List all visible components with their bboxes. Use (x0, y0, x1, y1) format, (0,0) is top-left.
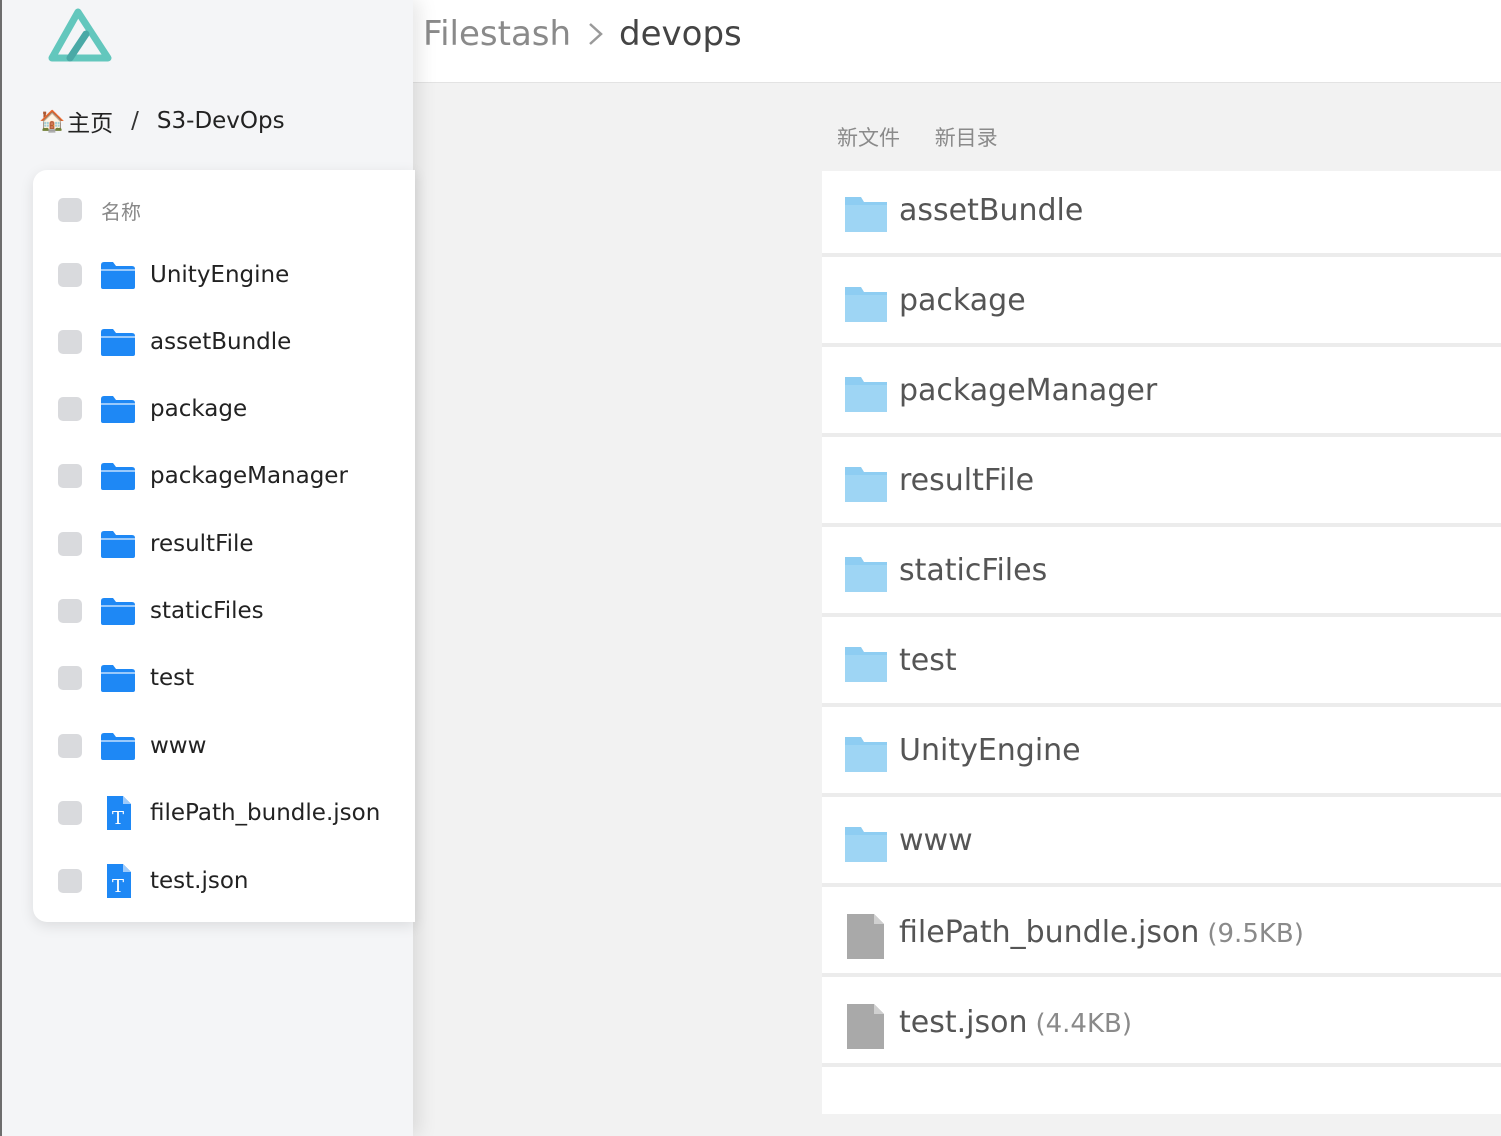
folder-icon (101, 531, 135, 558)
file-name-text[interactable]: package (899, 283, 1026, 318)
text-file-icon: T (107, 796, 131, 830)
row-name[interactable]: test.json (150, 868, 249, 894)
row-name[interactable]: packageManager (150, 463, 348, 489)
breadcrumb-home[interactable]: 主页 (67, 104, 113, 138)
row-checkbox[interactable] (58, 532, 82, 556)
file-name-text[interactable]: filePath_bundle.json (899, 915, 1199, 950)
row-name[interactable]: resultFile (150, 531, 254, 557)
folder-icon (101, 733, 135, 760)
file-name[interactable]: test.json (4.4KB) (899, 1005, 1132, 1040)
file-list-item[interactable]: packageManager (822, 351, 1501, 437)
folder-icon (845, 377, 887, 412)
file-list-item[interactable]: UnityEngine (822, 711, 1501, 797)
file-list: assetBundle package packageManager resultFi… (822, 171, 1501, 1114)
file-name[interactable]: package (899, 283, 1026, 318)
file-name[interactable]: www (899, 823, 973, 858)
home-icon[interactable]: 🏠 (39, 109, 65, 134)
file-name-text[interactable]: assetBundle (899, 193, 1083, 228)
folder-icon (845, 557, 887, 592)
file-name[interactable]: staticFiles (899, 553, 1047, 588)
row-checkbox[interactable] (58, 801, 82, 825)
file-list-item[interactable]: resultFile (822, 441, 1501, 527)
file-list-item[interactable]: test.json (4.4KB) (822, 981, 1501, 1067)
file-name[interactable]: resultFile (899, 463, 1034, 498)
action-bar: 新文件 新目录 (837, 122, 1026, 152)
row-name[interactable]: filePath_bundle.json (150, 800, 380, 826)
file-name-text[interactable]: UnityEngine (899, 733, 1081, 768)
breadcrumb-current-folder[interactable]: devops (619, 14, 742, 54)
row-name[interactable]: UnityEngine (150, 262, 289, 288)
file-name-text[interactable]: resultFile (899, 463, 1034, 498)
row-name[interactable]: staticFiles (150, 598, 264, 624)
svg-text:T: T (112, 876, 124, 897)
row-checkbox[interactable] (58, 599, 82, 623)
file-icon (847, 1004, 884, 1049)
breadcrumb-current[interactable]: S3-DevOps (157, 108, 285, 134)
file-name[interactable]: UnityEngine (899, 733, 1081, 768)
file-list-item[interactable]: www (822, 801, 1501, 887)
folder-icon (845, 647, 887, 682)
folder-icon (101, 262, 135, 289)
row-checkbox[interactable] (58, 263, 82, 287)
row-checkbox[interactable] (58, 734, 82, 758)
row-checkbox[interactable] (58, 464, 82, 488)
file-name[interactable]: filePath_bundle.json (9.5KB) (899, 915, 1304, 950)
folder-icon (101, 396, 135, 423)
file-list-item[interactable]: package (822, 261, 1501, 347)
file-name-text[interactable]: test.json (899, 1005, 1027, 1040)
top-breadcrumb: Filestash devops (423, 14, 742, 54)
file-name-text[interactable]: staticFiles (899, 553, 1047, 588)
text-file-icon: T (107, 864, 131, 898)
column-header-name[interactable]: 名称 (101, 196, 141, 225)
folder-icon (845, 287, 887, 322)
chevron-right-icon (589, 23, 603, 45)
folder-icon (845, 827, 887, 862)
file-size: (4.4KB) (1035, 1009, 1133, 1039)
select-all-checkbox[interactable] (58, 198, 82, 222)
row-checkbox[interactable] (58, 397, 82, 421)
row-name[interactable]: assetBundle (150, 329, 291, 355)
file-list-item[interactable]: test (822, 621, 1501, 707)
file-list-item[interactable]: filePath_bundle.json (9.5KB) (822, 891, 1501, 977)
file-name[interactable]: packageManager (899, 373, 1157, 408)
breadcrumb-separator: / (131, 108, 139, 134)
file-name[interactable]: test (899, 643, 957, 678)
file-name-text[interactable]: www (899, 823, 973, 858)
folder-icon (101, 665, 135, 692)
file-name-text[interactable]: packageManager (899, 373, 1157, 408)
file-icon (847, 914, 884, 959)
folder-icon (845, 737, 887, 772)
file-table: 名称 UnityEngine assetBundle package packageM… (33, 170, 415, 922)
row-name[interactable]: test (150, 665, 194, 691)
breadcrumb-app[interactable]: Filestash (423, 14, 571, 54)
file-list-item[interactable]: staticFiles (822, 531, 1501, 617)
left-panel: 🏠 主页 / S3-DevOps 名称 UnityEngine assetBund… (0, 0, 415, 1136)
row-name[interactable]: www (150, 733, 206, 759)
file-name[interactable]: assetBundle (899, 193, 1083, 228)
svg-text:T: T (112, 808, 124, 829)
row-name[interactable]: package (150, 396, 247, 422)
new-folder-button[interactable]: 新目录 (935, 126, 998, 150)
file-name-text[interactable]: test (899, 643, 957, 678)
new-file-button[interactable]: 新文件 (837, 126, 900, 150)
folder-icon (101, 598, 135, 625)
app-logo-icon[interactable] (46, 4, 114, 62)
file-size: (9.5KB) (1207, 919, 1304, 949)
row-checkbox[interactable] (58, 666, 82, 690)
folder-icon (101, 329, 135, 356)
folder-icon (845, 467, 887, 502)
row-checkbox[interactable] (58, 869, 82, 893)
breadcrumb: 🏠 主页 / S3-DevOps (39, 104, 285, 138)
folder-icon (845, 197, 887, 232)
folder-icon (101, 463, 135, 490)
row-checkbox[interactable] (58, 330, 82, 354)
file-list-item[interactable]: assetBundle (822, 171, 1501, 257)
